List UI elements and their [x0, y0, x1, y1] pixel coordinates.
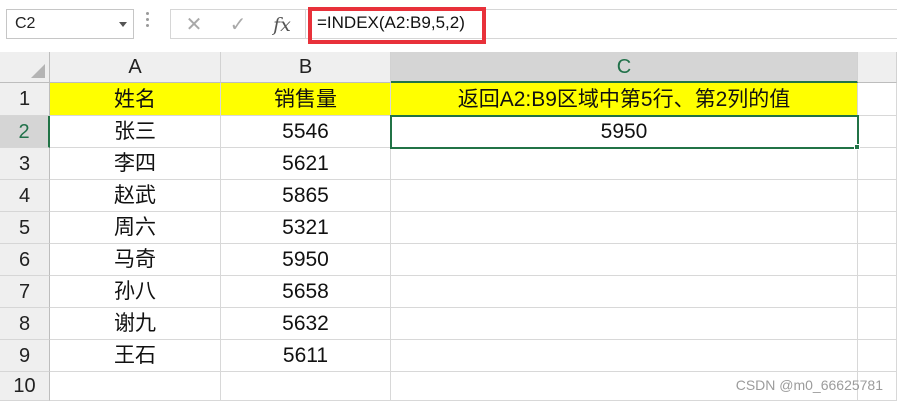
enter-icon[interactable]: ✓ — [223, 12, 253, 38]
cell-b2[interactable]: 5546 — [221, 116, 391, 148]
fill-handle[interactable] — [854, 144, 860, 150]
chevron-down-icon[interactable] — [119, 22, 127, 27]
cell-b6[interactable]: 5950 — [221, 244, 391, 276]
name-box-value: C2 — [15, 15, 36, 32]
watermark: CSDN @m0_66625781 — [735, 377, 883, 393]
cell-c2[interactable]: 5950 — [391, 116, 858, 148]
column-header-filler — [858, 52, 897, 83]
column-header-c[interactable]: C — [391, 52, 858, 83]
cell-a5[interactable]: 周六 — [50, 212, 221, 244]
cell-b8[interactable]: 5632 — [221, 308, 391, 340]
cell-b7[interactable]: 5658 — [221, 276, 391, 308]
cell-filler-7[interactable] — [858, 276, 897, 308]
cell-b4[interactable]: 5865 — [221, 180, 391, 212]
formula-buttons: ✕ ✓ fx — [170, 9, 306, 39]
cell-c7[interactable] — [391, 276, 858, 308]
row-header-3[interactable]: 3 — [0, 148, 50, 180]
cell-filler-6[interactable] — [858, 244, 897, 276]
cell-a3[interactable]: 李四 — [50, 148, 221, 180]
select-all-triangle-icon — [31, 64, 45, 78]
cell-a2[interactable]: 张三 — [50, 116, 221, 148]
insert-function-icon[interactable]: fx — [267, 12, 297, 38]
cell-filler-9[interactable] — [858, 340, 897, 372]
cell-a6[interactable]: 马奇 — [50, 244, 221, 276]
cell-filler-1[interactable] — [858, 83, 897, 116]
cell-a10[interactable] — [50, 372, 221, 401]
cell-c9[interactable] — [391, 340, 858, 372]
cell-a8[interactable]: 谢九 — [50, 308, 221, 340]
column-header-b[interactable]: B — [221, 52, 391, 83]
cell-a9[interactable]: 王石 — [50, 340, 221, 372]
cell-c1[interactable]: 返回A2:B9区域中第5行、第2列的值 — [391, 83, 858, 116]
cell-a4[interactable]: 赵武 — [50, 180, 221, 212]
cell-a1[interactable]: 姓名 — [50, 83, 221, 116]
select-all-button[interactable] — [0, 52, 50, 83]
formula-bar: C2 ✕ ✓ fx =INDEX(A2:B9,5,2) — [0, 0, 897, 52]
row-header-2[interactable]: 2 — [0, 116, 50, 148]
cell-filler-8[interactable] — [858, 308, 897, 340]
cell-b1[interactable]: 销售量 — [221, 83, 391, 116]
cell-a7[interactable]: 孙八 — [50, 276, 221, 308]
cell-c3[interactable] — [391, 148, 858, 180]
row-header-1[interactable]: 1 — [0, 83, 50, 116]
cell-b9[interactable]: 5611 — [221, 340, 391, 372]
cell-filler-5[interactable] — [858, 212, 897, 244]
row-header-8[interactable]: 8 — [0, 308, 50, 340]
cell-filler-2[interactable] — [858, 116, 897, 148]
cell-filler-3[interactable] — [858, 148, 897, 180]
column-header-a[interactable]: A — [50, 52, 221, 83]
cell-b10[interactable] — [221, 372, 391, 401]
cell-c6[interactable] — [391, 244, 858, 276]
more-options-icon[interactable] — [146, 12, 150, 34]
name-box[interactable]: C2 — [6, 9, 134, 39]
row-header-10[interactable]: 10 — [0, 372, 50, 401]
cell-filler-4[interactable] — [858, 180, 897, 212]
cancel-icon[interactable]: ✕ — [179, 12, 209, 38]
cell-c5[interactable] — [391, 212, 858, 244]
row-header-7[interactable]: 7 — [0, 276, 50, 308]
cell-c4[interactable] — [391, 180, 858, 212]
row-header-6[interactable]: 6 — [0, 244, 50, 276]
row-header-5[interactable]: 5 — [0, 212, 50, 244]
spreadsheet-grid: A B C 1 姓名 销售量 返回A2:B9区域中第5行、第2列的值 2 张三 5546 5950 3… — [0, 52, 897, 401]
formula-text: =INDEX(A2:B9,5,2) — [317, 13, 465, 32]
row-header-4[interactable]: 4 — [0, 180, 50, 212]
row-header-9[interactable]: 9 — [0, 340, 50, 372]
cell-c8[interactable] — [391, 308, 858, 340]
cell-b5[interactable]: 5321 — [221, 212, 391, 244]
cell-b3[interactable]: 5621 — [221, 148, 391, 180]
